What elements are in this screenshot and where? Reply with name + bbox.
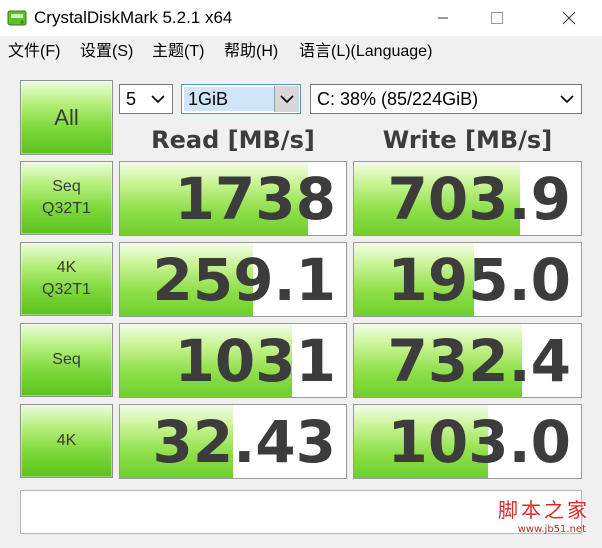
title-bar: CrystalDiskMark 5.2.1 x64 [0,0,602,36]
test-size-select[interactable]: 1GiB [181,84,301,114]
result-cell-write: 195.0 [353,242,582,317]
result-value: 32.43 [152,407,336,476]
site-watermark: 脚本之家 www.jb51.net [470,494,590,544]
result-value: 259.1 [152,245,336,314]
watermark-text: 脚本之家 [498,498,590,522]
drive-value: C: 38% (85/224GiB) [317,89,479,109]
menu-help[interactable]: 帮助(H) [224,40,278,64]
result-cell-read: 32.43 [119,404,347,479]
minimize-button[interactable] [420,0,466,36]
result-value: 703.9 [387,164,571,233]
test-label-line1: Seq [52,351,81,368]
watermark-url: www.jb51.net [517,524,586,535]
result-value: 1031 [174,326,336,395]
result-cell-write: 103.0 [353,404,582,479]
maximize-button[interactable] [474,0,520,36]
close-icon [562,11,576,25]
test-count-value: 5 [126,89,137,109]
chevron-down-icon [274,86,299,112]
test-label-line1: 4K [56,259,77,276]
result-cell-read: 1738 [119,161,347,236]
result-value: 732.4 [387,326,571,395]
test-label-line2: Q32T1 [42,281,91,298]
test-button-seq-q32t1[interactable]: Seq Q32T1 [20,161,113,235]
test-count-select[interactable]: 5 [119,84,173,114]
menu-language[interactable]: 语言(L)(Language) [299,40,432,64]
app-disk-icon [7,10,27,26]
test-button-seq[interactable]: Seq [20,323,113,397]
read-column-header: Read [MB/s] [151,126,315,154]
result-value: 103.0 [387,407,571,476]
menu-file[interactable]: 文件(F) [8,40,60,64]
result-cell-read: 1031 [119,323,347,398]
result-cell-write: 703.9 [353,161,582,236]
test-label-line1: Seq [52,178,81,195]
chevron-down-icon [147,87,169,111]
chevron-down-icon [556,87,578,111]
write-column-header: Write [MB/s] [382,126,553,154]
minimize-icon [438,17,448,19]
menu-bar: 文件(F) 设置(S) 主题(T) 帮助(H) 语言(L)(Language) [0,36,602,68]
test-size-value: 1GiB [188,89,229,109]
result-cell-read: 259.1 [119,242,347,317]
menu-theme[interactable]: 主题(T) [152,40,204,64]
drive-select[interactable]: C: 38% (85/224GiB) [310,84,582,114]
result-value: 1738 [174,164,336,233]
test-button-4k-q32t1[interactable]: 4K Q32T1 [20,242,113,316]
test-label-line2: Q32T1 [42,200,91,217]
close-button[interactable] [546,0,592,36]
menu-settings[interactable]: 设置(S) [80,40,133,64]
result-cell-write: 732.4 [353,323,582,398]
maximize-icon [491,12,503,24]
test-label-line1: 4K [56,432,77,449]
result-value: 195.0 [387,245,571,314]
test-button-4k[interactable]: 4K [20,404,113,478]
window-title: CrystalDiskMark 5.2.1 x64 [34,8,233,27]
all-button[interactable]: All [20,80,113,155]
